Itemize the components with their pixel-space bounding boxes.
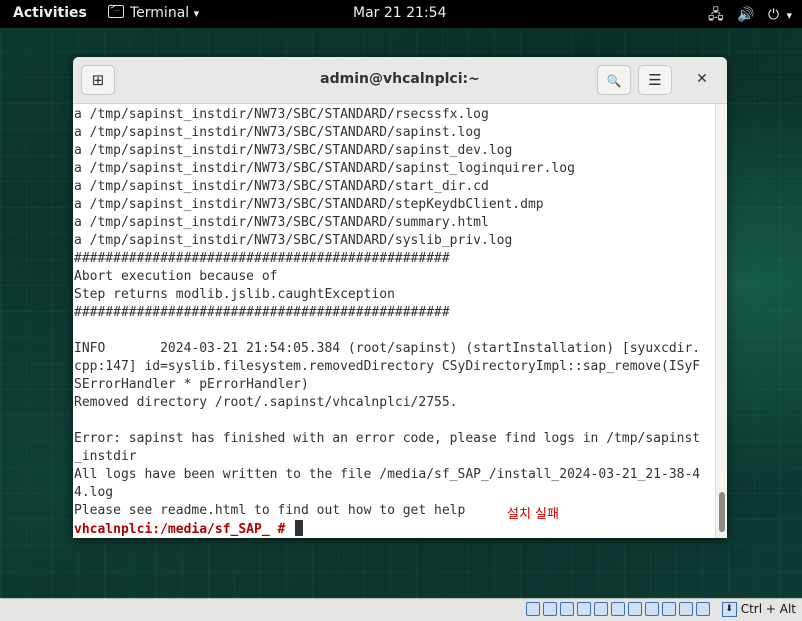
terminal-text: a /tmp/sapinst_instdir/NW73/SBC/STANDARD… — [74, 106, 714, 538]
terminal-line: INFO 2024-03-21 21:54:05.384 (root/sapin… — [74, 341, 701, 356]
terminal-line: a /tmp/sapinst_instdir/NW73/SBC/STANDARD… — [74, 143, 513, 158]
close-button[interactable]: ✕ — [687, 65, 717, 95]
recording-icon[interactable] — [645, 602, 659, 616]
chevron-down-icon: ▾ — [193, 7, 200, 20]
app-menu[interactable]: Terminal ▾ — [108, 2, 200, 21]
terminal-line: SErrorHandler * pErrorHandler) — [74, 377, 309, 392]
terminal-line: cpp:147] id=syslib.filesystem.removedDir… — [74, 359, 701, 374]
title-bar[interactable]: ⊞ admin@vhcalnplci:~ 🔍 ☰ ✕ — [73, 57, 727, 104]
terminal-line: Abort execution because of — [74, 269, 278, 284]
terminal-line: 4.log — [74, 485, 114, 500]
terminal-line: a /tmp/sapinst_instdir/NW73/SBC/STANDARD… — [74, 215, 489, 230]
terminal-window[interactable]: ⊞ admin@vhcalnplci:~ 🔍 ☰ ✕ a /tmp/sapins… — [73, 57, 727, 538]
search-icon: 🔍 — [606, 74, 622, 88]
chevron-down-icon: ▾ — [786, 9, 792, 22]
terminal-icon — [108, 2, 124, 18]
host-key: ⬇ Ctrl + Alt — [721, 602, 796, 617]
power-icon: ⏻ — [767, 7, 780, 23]
terminal-output[interactable]: a /tmp/sapinst_instdir/NW73/SBC/STANDARD… — [73, 104, 715, 538]
terminal-line: Step returns modlib.jslib.caughtExceptio… — [74, 287, 395, 302]
hard-disk-icon[interactable] — [526, 602, 540, 616]
usb-icon[interactable] — [594, 602, 608, 616]
guest-additions-icon[interactable] — [679, 602, 693, 616]
status-icons — [523, 602, 710, 621]
menu-button[interactable]: ☰ — [638, 65, 672, 95]
text-cursor — [295, 520, 304, 536]
close-icon: ✕ — [696, 71, 708, 87]
search-button[interactable]: 🔍 — [597, 65, 631, 95]
host-key-label: Ctrl + Alt — [740, 602, 796, 616]
terminal-line: ########################################… — [74, 305, 450, 320]
mouse-integration-icon[interactable] — [696, 602, 710, 616]
shared-folders-icon[interactable] — [611, 602, 625, 616]
terminal-line: a /tmp/sapinst_instdir/NW73/SBC/STANDARD… — [74, 125, 481, 140]
top-bar: Activities Terminal ▾ Mar 21 21:54 🖧 🔊 ⏻… — [0, 0, 802, 28]
terminal-line: _instdir — [74, 449, 137, 464]
host-key-arrow-icon: ⬇ — [721, 602, 737, 617]
volume-icon: 🔊 — [737, 7, 755, 23]
terminal-line: a /tmp/sapinst_instdir/NW73/SBC/STANDARD… — [74, 233, 513, 248]
terminal-line: a /tmp/sapinst_instdir/NW73/SBC/STANDARD… — [74, 107, 489, 122]
terminal-line: All logs have been written to the file /… — [74, 467, 701, 482]
terminal-line: a /tmp/sapinst_instdir/NW73/SBC/STANDARD… — [74, 179, 489, 194]
system-menu[interactable]: 🖧 🔊 ⏻ ▾ — [699, 4, 792, 28]
network-icon: 🖧 — [707, 7, 724, 23]
terminal-line: Removed directory /root/.sapinst/vhcalnp… — [74, 395, 458, 410]
shell-prompt[interactable]: vhcalnplci:/media/sf_SAP_ # — [74, 520, 714, 538]
terminal-line: a /tmp/sapinst_instdir/NW73/SBC/STANDARD… — [74, 197, 544, 212]
app-menu-label: Terminal — [130, 5, 190, 21]
annotation-text: 설치 실패 — [507, 507, 559, 522]
clock[interactable]: Mar 21 21:54 — [353, 5, 446, 21]
terminal-line: ########################################… — [74, 251, 450, 266]
network-adapter-icon[interactable] — [577, 602, 591, 616]
audio-icon[interactable] — [560, 602, 574, 616]
scrollbar-thumb[interactable] — [719, 492, 725, 532]
vm-status-bar: ⬇ Ctrl + Alt — [0, 598, 802, 621]
display-icon[interactable] — [628, 602, 642, 616]
activities-button[interactable]: Activities — [13, 5, 87, 21]
optical-drive-icon[interactable] — [543, 602, 557, 616]
terminal-line: Error: sapinst has finished with an erro… — [74, 431, 701, 446]
hamburger-icon: ☰ — [648, 71, 662, 89]
terminal-line: a /tmp/sapinst_instdir/NW73/SBC/STANDARD… — [74, 161, 575, 176]
terminal-line: Please see readme.html to find out how t… — [74, 503, 466, 518]
scrollbar[interactable] — [715, 104, 727, 538]
prompt-text: vhcalnplci:/media/sf_SAP_ # — [74, 522, 294, 537]
cpu-icon[interactable] — [662, 602, 676, 616]
